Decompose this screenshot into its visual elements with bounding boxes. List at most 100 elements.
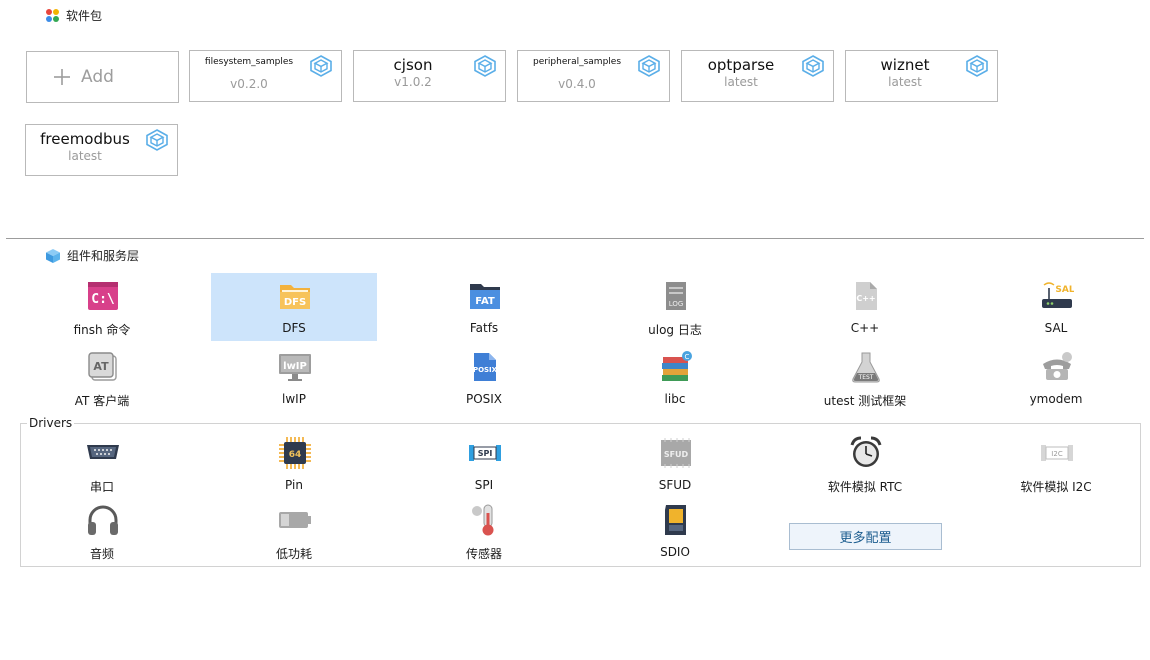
svg-text:SPI: SPI [478, 449, 493, 458]
package-name: filesystem_samples [204, 57, 294, 67]
component-label: POSIX [465, 392, 503, 406]
svg-text:C: C [685, 353, 690, 361]
component-router[interactable]: SAL SAL [973, 273, 1139, 341]
package-version: v1.0.2 [394, 75, 432, 89]
svg-text:I2C: I2C [1051, 450, 1063, 458]
svg-text:DFS: DFS [284, 297, 306, 308]
driver-label: 音频 [89, 547, 114, 561]
driver-sfud[interactable]: SFUD SFUD [592, 430, 758, 498]
driver-chip[interactable]: 64 Pin [211, 430, 377, 498]
component-posix-file[interactable]: POSIX POSIX [401, 344, 567, 412]
package-card-freemodbus[interactable]: freemodbus latest [25, 124, 178, 176]
package-version: v0.4.0 [558, 77, 596, 91]
svg-text:LOG: LOG [669, 300, 684, 308]
fatfs-folder-icon: FAT [468, 279, 502, 313]
package-name: optparse [707, 56, 775, 74]
cpp-file-icon: C++ [849, 279, 883, 313]
component-label: ulog 日志 [648, 323, 702, 337]
package-name: peripheral_samples [532, 57, 622, 67]
spi-icon: SPI [468, 436, 502, 470]
driver-label: SDIO [660, 545, 690, 559]
component-label: utest 测试框架 [823, 394, 907, 408]
svg-text:AT: AT [93, 360, 109, 373]
more-config-button[interactable]: 更多配置 [789, 523, 942, 550]
battery-icon [278, 503, 312, 537]
monitor-icon: lwIP [278, 350, 312, 384]
driver-spi[interactable]: SPI SPI [401, 430, 567, 498]
driver-thermometer[interactable]: 传感器 [401, 497, 567, 565]
package-name: wiznet [880, 56, 930, 74]
component-monitor[interactable]: lwIP lwIP [211, 344, 377, 412]
sfud-icon: SFUD [659, 436, 693, 470]
i2c-icon: I2C [1040, 436, 1074, 470]
add-package-button[interactable]: Add [26, 51, 179, 103]
component-dfs-folder[interactable]: DFS DFS [211, 273, 377, 341]
component-books[interactable]: Clibc [592, 344, 758, 412]
driver-battery[interactable]: 低功耗 [211, 497, 377, 565]
svg-text:C:\: C:\ [91, 292, 115, 307]
component-cpp-file[interactable]: C++ C++ [782, 273, 948, 341]
component-at[interactable]: AT AT 客户端 [19, 344, 185, 412]
packages-section-title: 软件包 [46, 7, 102, 24]
package-card-optparse[interactable]: optparse latest [681, 50, 834, 102]
package-cube-icon [801, 54, 825, 78]
plus-icon [54, 69, 70, 85]
driver-label: 低功耗 [275, 547, 312, 561]
package-version: latest [724, 75, 758, 89]
package-version: latest [68, 149, 102, 163]
component-fatfs-folder[interactable]: FAT Fatfs [401, 273, 567, 341]
packages-icon [46, 8, 60, 23]
svg-text:POSIX: POSIX [473, 366, 498, 374]
component-label: DFS [282, 321, 306, 335]
cube-icon [46, 248, 60, 263]
driver-headphones[interactable]: 音频 [19, 497, 185, 565]
component-finsh[interactable]: C:\ finsh 命令 [19, 273, 185, 341]
component-label: C++ [850, 321, 880, 335]
svg-text:SAL: SAL [1055, 285, 1074, 295]
driver-alarm-clock[interactable]: 软件模拟 RTC [782, 430, 948, 498]
log-file-icon: LOG [659, 279, 693, 313]
package-cube-icon [309, 54, 333, 78]
component-label: Fatfs [469, 321, 499, 335]
dfs-folder-icon: DFS [278, 279, 312, 313]
alarm-clock-icon [849, 436, 883, 470]
component-telephone[interactable]: ymodem [973, 344, 1139, 412]
component-label: ymodem [1029, 392, 1083, 406]
driver-i2c[interactable]: I2C 软件模拟 I2C [973, 430, 1139, 498]
serial-port-icon [86, 436, 120, 470]
svg-text:C++: C++ [856, 294, 875, 303]
flask-icon: TEST [849, 350, 883, 384]
thermometer-icon [468, 503, 502, 537]
component-log-file[interactable]: LOG ulog 日志 [592, 273, 758, 341]
package-cube-icon [965, 54, 989, 78]
component-label: libc [664, 392, 686, 406]
chip-icon: 64 [278, 436, 312, 470]
package-card-filesystem_samples[interactable]: filesystem_samples v0.2.0 [189, 50, 342, 102]
books-icon: C [659, 350, 693, 384]
svg-text:TEST: TEST [858, 374, 874, 381]
headphones-icon [86, 503, 120, 537]
driver-label: 软件模拟 I2C [1020, 480, 1092, 494]
posix-file-icon: POSIX [468, 350, 502, 384]
svg-text:lwIP: lwIP [283, 361, 307, 372]
at-icon: AT [86, 350, 120, 384]
component-label: finsh 命令 [73, 323, 131, 337]
section-divider [6, 238, 1144, 239]
component-label: lwIP [282, 392, 306, 406]
driver-serial-port[interactable]: 串口 [19, 430, 185, 498]
svg-text:64: 64 [289, 450, 302, 460]
package-card-peripheral_samples[interactable]: peripheral_samples v0.4.0 [517, 50, 670, 102]
sd-card-icon [659, 503, 693, 537]
package-name: cjson [393, 56, 433, 74]
package-version: v0.2.0 [230, 77, 268, 91]
driver-label: SPI [474, 478, 494, 492]
package-card-cjson[interactable]: cjson v1.0.2 [353, 50, 506, 102]
finsh-icon: C:\ [86, 279, 120, 313]
svg-text:FAT: FAT [475, 296, 495, 307]
driver-sd-card[interactable]: SDIO [592, 497, 758, 565]
components-section-title: 组件和服务层 [45, 247, 139, 264]
component-flask[interactable]: TEST utest 测试框架 [782, 344, 948, 412]
svg-text:SFUD: SFUD [664, 450, 689, 459]
package-cube-icon [145, 128, 169, 152]
package-card-wiznet[interactable]: wiznet latest [845, 50, 998, 102]
